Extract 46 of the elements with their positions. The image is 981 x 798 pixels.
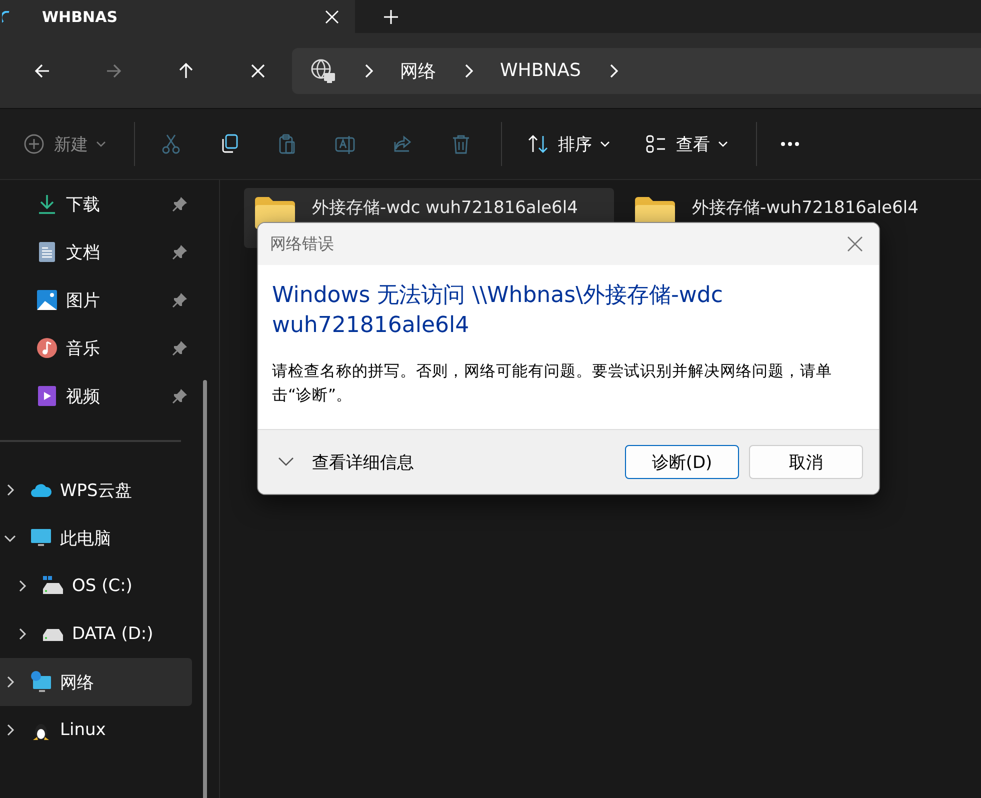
sidebar-item[interactable]: 视频 xyxy=(66,384,164,408)
error-heading: Windows 无法访问 \\Whbnas\外接存储-wdc wuh721816ale6l4 xyxy=(272,282,724,340)
video-icon xyxy=(36,385,58,407)
sidebar-item[interactable]: Linux xyxy=(0,706,192,754)
sidebar-item[interactable]: 网络 xyxy=(0,658,192,706)
pc-icon xyxy=(30,527,52,549)
caret-icon xyxy=(600,140,610,148)
sidebar-item[interactable]: 音乐 xyxy=(66,336,164,360)
pin-icon[interactable] xyxy=(172,244,188,260)
breadcrumb-item[interactable]: WHBNAS xyxy=(500,60,581,81)
sidebar-item[interactable]: OS (C:) xyxy=(0,562,192,610)
osdrive-icon xyxy=(42,575,64,597)
sidebar-item[interactable]: 文档 xyxy=(66,240,164,264)
document-icon xyxy=(36,241,58,263)
chevron-right-icon[interactable] xyxy=(608,64,619,78)
sidebar-item[interactable]: WPS云盘 xyxy=(0,466,192,514)
pin-icon[interactable] xyxy=(172,388,188,404)
chevron-right-icon xyxy=(364,64,374,78)
download-icon xyxy=(36,193,58,215)
sidebar-item[interactable]: DATA (D:) xyxy=(0,610,192,658)
error-message: 请检查名称的拼写。否则，网络可能有问题。要尝试识别并解决网络问题，请单击“诊断”。 xyxy=(272,361,833,406)
pin-icon[interactable] xyxy=(172,292,188,308)
sidebar-item[interactable]: 此电脑 xyxy=(0,514,192,562)
caret-icon xyxy=(718,140,728,148)
dialog-button[interactable]: 诊断(D) xyxy=(625,445,739,479)
network-icon xyxy=(30,671,52,693)
pin-icon[interactable] xyxy=(172,196,188,212)
caret-icon xyxy=(96,140,106,148)
sidebar-item[interactable]: 下载 xyxy=(66,192,164,216)
view-button[interactable]: 查看 xyxy=(630,124,742,164)
plus-circle-icon xyxy=(22,132,46,156)
address-bar[interactable]: 网络 WHBNAS xyxy=(292,48,981,94)
new-tab-icon[interactable] xyxy=(383,8,399,24)
more-icon xyxy=(781,142,799,146)
chevron-right-icon xyxy=(464,64,474,78)
sidebar-item[interactable]: 图片 xyxy=(66,288,164,312)
music-icon xyxy=(36,337,58,359)
sort-button[interactable]: 排序 xyxy=(512,124,624,164)
chevron-icon xyxy=(278,457,294,467)
network-globe-icon xyxy=(310,58,336,84)
picture-icon xyxy=(36,289,58,311)
breadcrumb-item[interactable]: 网络 xyxy=(400,58,436,82)
scrollbar-thumb[interactable] xyxy=(203,380,207,798)
pin-icon[interactable] xyxy=(172,340,188,356)
details-toggle[interactable]: 查看详细信息 xyxy=(278,450,414,474)
dialog-button[interactable]: 取消 xyxy=(749,445,863,479)
